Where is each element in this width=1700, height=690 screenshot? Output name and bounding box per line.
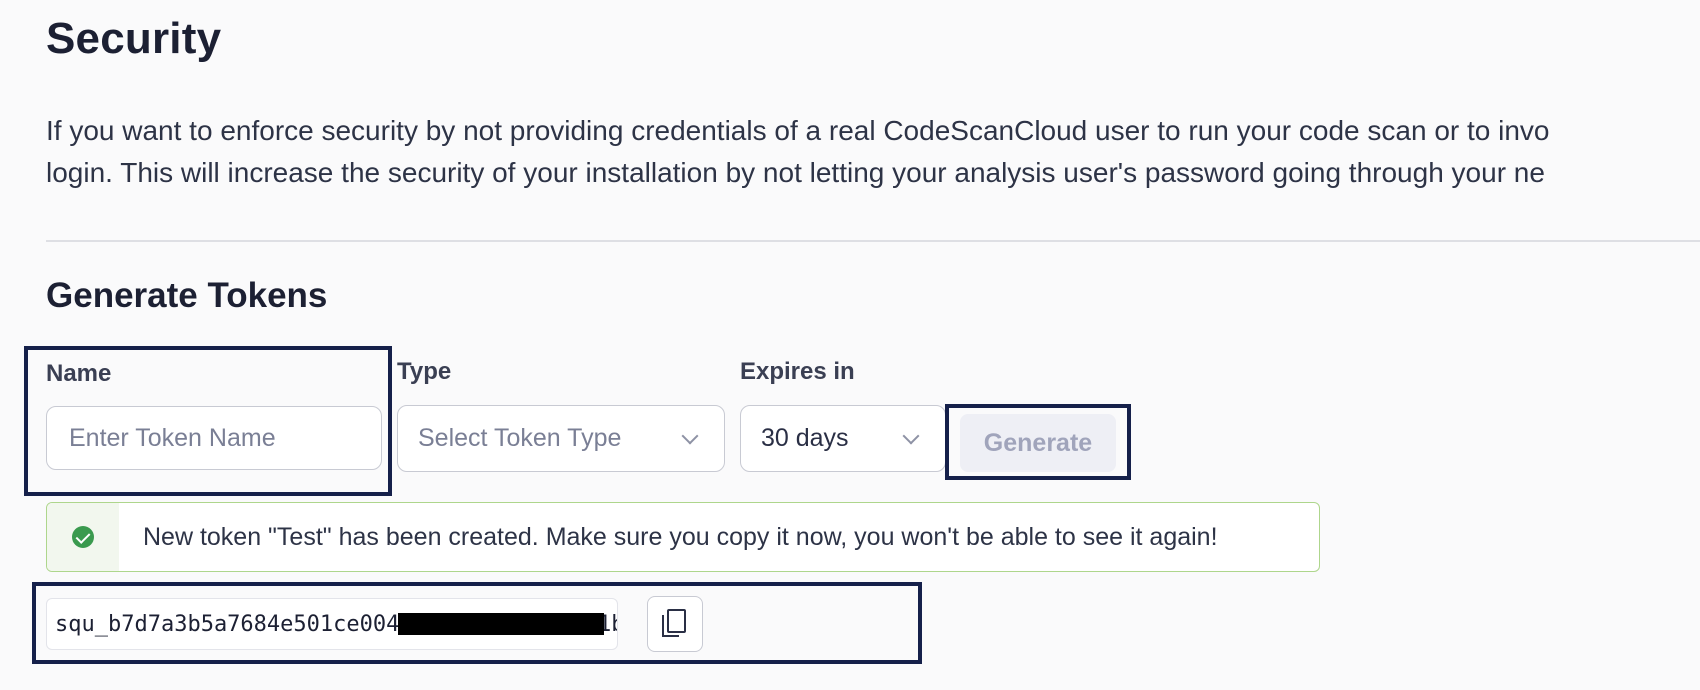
alert-icon-cell xyxy=(47,503,119,571)
token-name-input[interactable] xyxy=(67,422,381,454)
description-line-1: If you want to enforce security by not p… xyxy=(46,115,1550,146)
generate-tokens-title: Generate Tokens xyxy=(46,276,328,315)
copy-icon xyxy=(662,609,688,639)
expires-label: Expires in xyxy=(740,358,855,385)
token-type-select[interactable]: Select Token Type xyxy=(397,405,725,472)
token-name-input-wrapper xyxy=(46,406,382,470)
chevron-down-icon xyxy=(902,427,920,444)
check-circle-icon xyxy=(72,526,94,548)
token-type-placeholder: Select Token Type xyxy=(418,424,622,452)
security-description: If you want to enforce security by not p… xyxy=(46,110,1700,194)
expires-in-select[interactable]: 30 days xyxy=(740,405,946,472)
token-redaction xyxy=(398,613,604,635)
token-created-alert: New token "Test" has been created. Make … xyxy=(46,502,1320,572)
type-label: Type xyxy=(397,358,452,385)
generate-button[interactable]: Generate xyxy=(960,414,1116,472)
page-title: Security xyxy=(46,14,222,63)
section-divider xyxy=(46,240,1700,242)
expires-in-value: 30 days xyxy=(761,424,849,452)
copy-token-button[interactable] xyxy=(647,596,703,652)
description-line-2: login. This will increase the security o… xyxy=(46,157,1545,188)
name-label: Name xyxy=(46,360,112,387)
alert-message: New token "Test" has been created. Make … xyxy=(143,522,1218,551)
chevron-down-icon xyxy=(681,427,699,444)
